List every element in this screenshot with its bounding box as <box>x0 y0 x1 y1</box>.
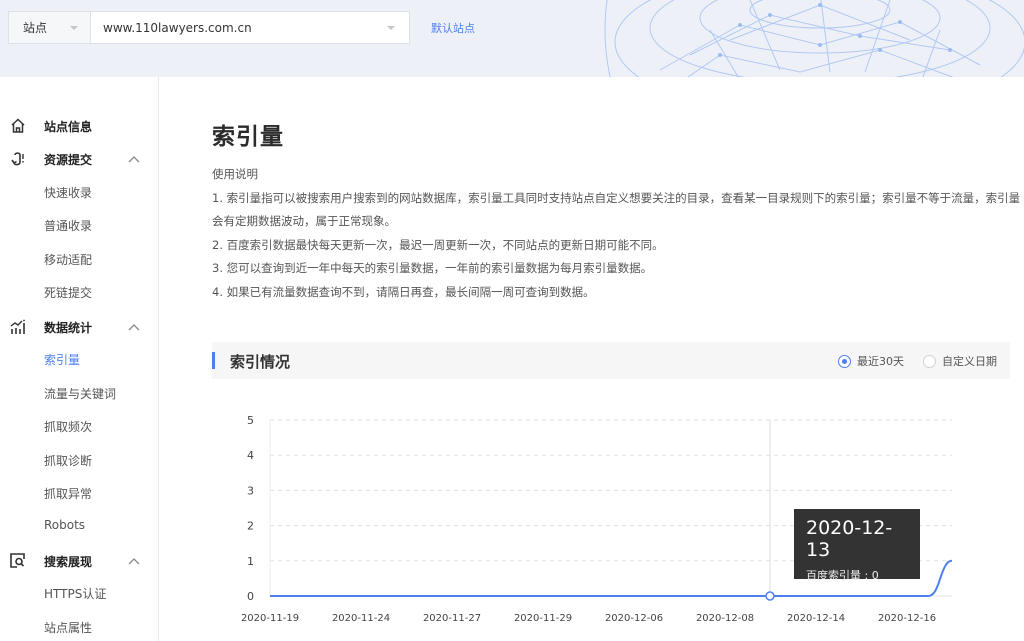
home-icon <box>11 118 25 133</box>
y-tick-label: 5 <box>247 414 254 427</box>
sidebar-item-traffic-keywords[interactable]: 流量与关键词 <box>44 385 116 402</box>
sidebar-group-data-stats[interactable]: 数据统计 <box>0 317 158 337</box>
site-url-dropdown[interactable]: www.110lawyers.com.cn <box>91 12 409 43</box>
sidebar-item-crawl-diagnosis[interactable]: 抓取诊断 <box>44 452 92 469</box>
y-tick-label: 0 <box>247 590 254 603</box>
site-url-value: www.110lawyers.com.cn <box>103 20 252 35</box>
search-display-icon <box>10 553 25 568</box>
x-tick-label: 2020-11-27 <box>423 613 481 624</box>
x-tick-label: 2020-11-29 <box>514 613 572 624</box>
chevron-up-icon[interactable] <box>127 556 141 566</box>
sidebar-item-fast-index[interactable]: 快速收录 <box>44 184 92 201</box>
sidebar-group-search-display[interactable]: 搜索展现 <box>0 551 158 571</box>
sidebar-item-https[interactable]: HTTPS认证 <box>44 585 106 602</box>
submit-hook-icon <box>11 152 24 166</box>
sidebar-group-resource-submit[interactable]: 资源提交 <box>0 149 158 169</box>
sidebar-item-crawl-errors[interactable]: 抓取异常 <box>44 485 92 502</box>
chevron-up-icon[interactable] <box>127 154 141 164</box>
site-selector: 站点 www.110lawyers.com.cn <box>8 11 410 44</box>
x-tick-label: 2020-12-16 <box>878 613 936 624</box>
site-type-dropdown[interactable]: 站点 <box>9 12 91 43</box>
x-tick-label: 2020-11-19 <box>241 613 299 624</box>
sidebar-group-site-info[interactable]: 站点信息 <box>0 116 158 136</box>
chart-tooltip: 2020-12-13 百度索引量 : 0 <box>794 509 920 582</box>
x-tick-label: 2020-11-24 <box>332 613 390 624</box>
top-header: 站点 www.110lawyers.com.cn 默认站点 <box>0 0 1024 77</box>
tooltip-value-line: 百度索引量 : 0 <box>806 567 908 583</box>
globe-decoration-icon <box>604 0 1024 77</box>
chevron-up-icon[interactable] <box>127 322 141 332</box>
chevron-down-icon <box>70 25 78 30</box>
sidebar: 站点信息 资源提交 快速收录 普通收录 移动适配 死链提交 数据统计 索引量 流… <box>0 77 159 641</box>
sidebar-item-mobile-adapt[interactable]: 移动适配 <box>44 251 92 268</box>
y-tick-label: 3 <box>247 484 254 497</box>
default-site-link[interactable]: 默认站点 <box>431 20 475 36</box>
y-tick-label: 4 <box>247 449 254 462</box>
highlighted-data-point <box>765 591 775 601</box>
y-tick-label: 2 <box>247 520 254 533</box>
site-type-label: 站点 <box>23 21 48 35</box>
tooltip-series-label: 百度索引量 <box>806 569 861 582</box>
x-tick-label: 2020-12-08 <box>696 613 754 624</box>
tooltip-value: 0 <box>871 569 879 582</box>
sidebar-item-index-volume[interactable]: 索引量 <box>44 351 80 368</box>
sidebar-item-robots[interactable]: Robots <box>44 518 85 532</box>
sidebar-item-site-attributes[interactable]: 站点属性 <box>44 619 92 636</box>
main-content: 索引量 使用说明 1. 索引量指可以被搜索用户搜索到的网站数据库，索引量工具同时… <box>160 77 1024 641</box>
y-tick-label: 1 <box>247 555 254 568</box>
tooltip-date: 2020-12-13 <box>806 517 893 561</box>
tooltip-separator: : <box>861 569 872 582</box>
x-tick-label: 2020-12-06 <box>605 613 663 624</box>
chevron-down-icon <box>387 25 395 30</box>
x-tick-label: 2020-12-14 <box>787 613 845 624</box>
sidebar-item-normal-index[interactable]: 普通收录 <box>44 217 92 234</box>
sidebar-item-deadlink[interactable]: 死链提交 <box>44 284 92 301</box>
sidebar-item-crawl-frequency[interactable]: 抓取频次 <box>44 418 92 435</box>
stats-chart-icon <box>10 319 25 334</box>
